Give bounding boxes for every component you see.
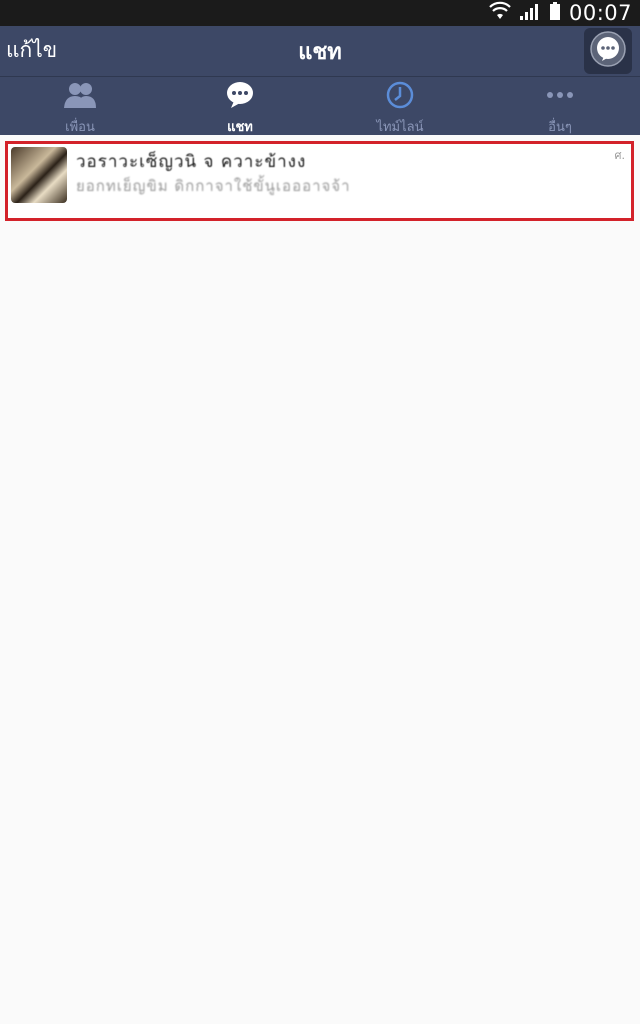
tab-more[interactable]: อื่นๆ	[480, 77, 640, 135]
signal-icon	[519, 1, 541, 25]
wifi-icon	[489, 1, 511, 25]
app-header: แก้ไข แชท	[0, 26, 640, 76]
avatar	[11, 147, 67, 203]
status-bar: 00:07	[0, 0, 640, 26]
chat-bubble-icon	[590, 31, 626, 71]
chat-list: วอราวะเซ็ญวนิ จ ควาะข้างง ยอกทเย็ญขิม ดิ…	[0, 135, 640, 1024]
tab-friends-label: เพื่อน	[65, 120, 95, 135]
chat-preview: ยอกทเย็ญขิม ดิกกาจาใช้ขั้นูเอออาจจ้า	[76, 177, 351, 195]
chat-name: วอราวะเซ็ญวนิ จ ควาะข้างง	[76, 152, 307, 172]
tab-friends[interactable]: เพื่อน	[0, 77, 160, 135]
clock-icon	[384, 81, 416, 113]
page-title: แชท	[298, 40, 342, 65]
tab-chat-label: แชท	[227, 120, 253, 135]
chat-icon	[224, 81, 256, 113]
battery-icon	[549, 1, 561, 25]
more-icon	[544, 81, 576, 113]
tab-chat[interactable]: แชท	[160, 77, 320, 135]
new-chat-button[interactable]	[584, 28, 632, 74]
chat-list-item[interactable]: วอราวะเซ็ญวนิ จ ควาะข้างง ยอกทเย็ญขิม ดิ…	[5, 141, 634, 221]
tab-timeline[interactable]: ไทม์ไลน์	[320, 77, 480, 135]
friends-icon	[64, 81, 96, 113]
tab-bar: เพื่อน แชท ไทม์ไลน์ อื่นๆ	[0, 76, 640, 135]
chat-time: ศ.	[614, 149, 625, 162]
status-clock: 00:07	[568, 1, 632, 25]
tab-more-label: อื่นๆ	[548, 120, 572, 135]
tab-timeline-label: ไทม์ไลน์	[376, 120, 424, 135]
